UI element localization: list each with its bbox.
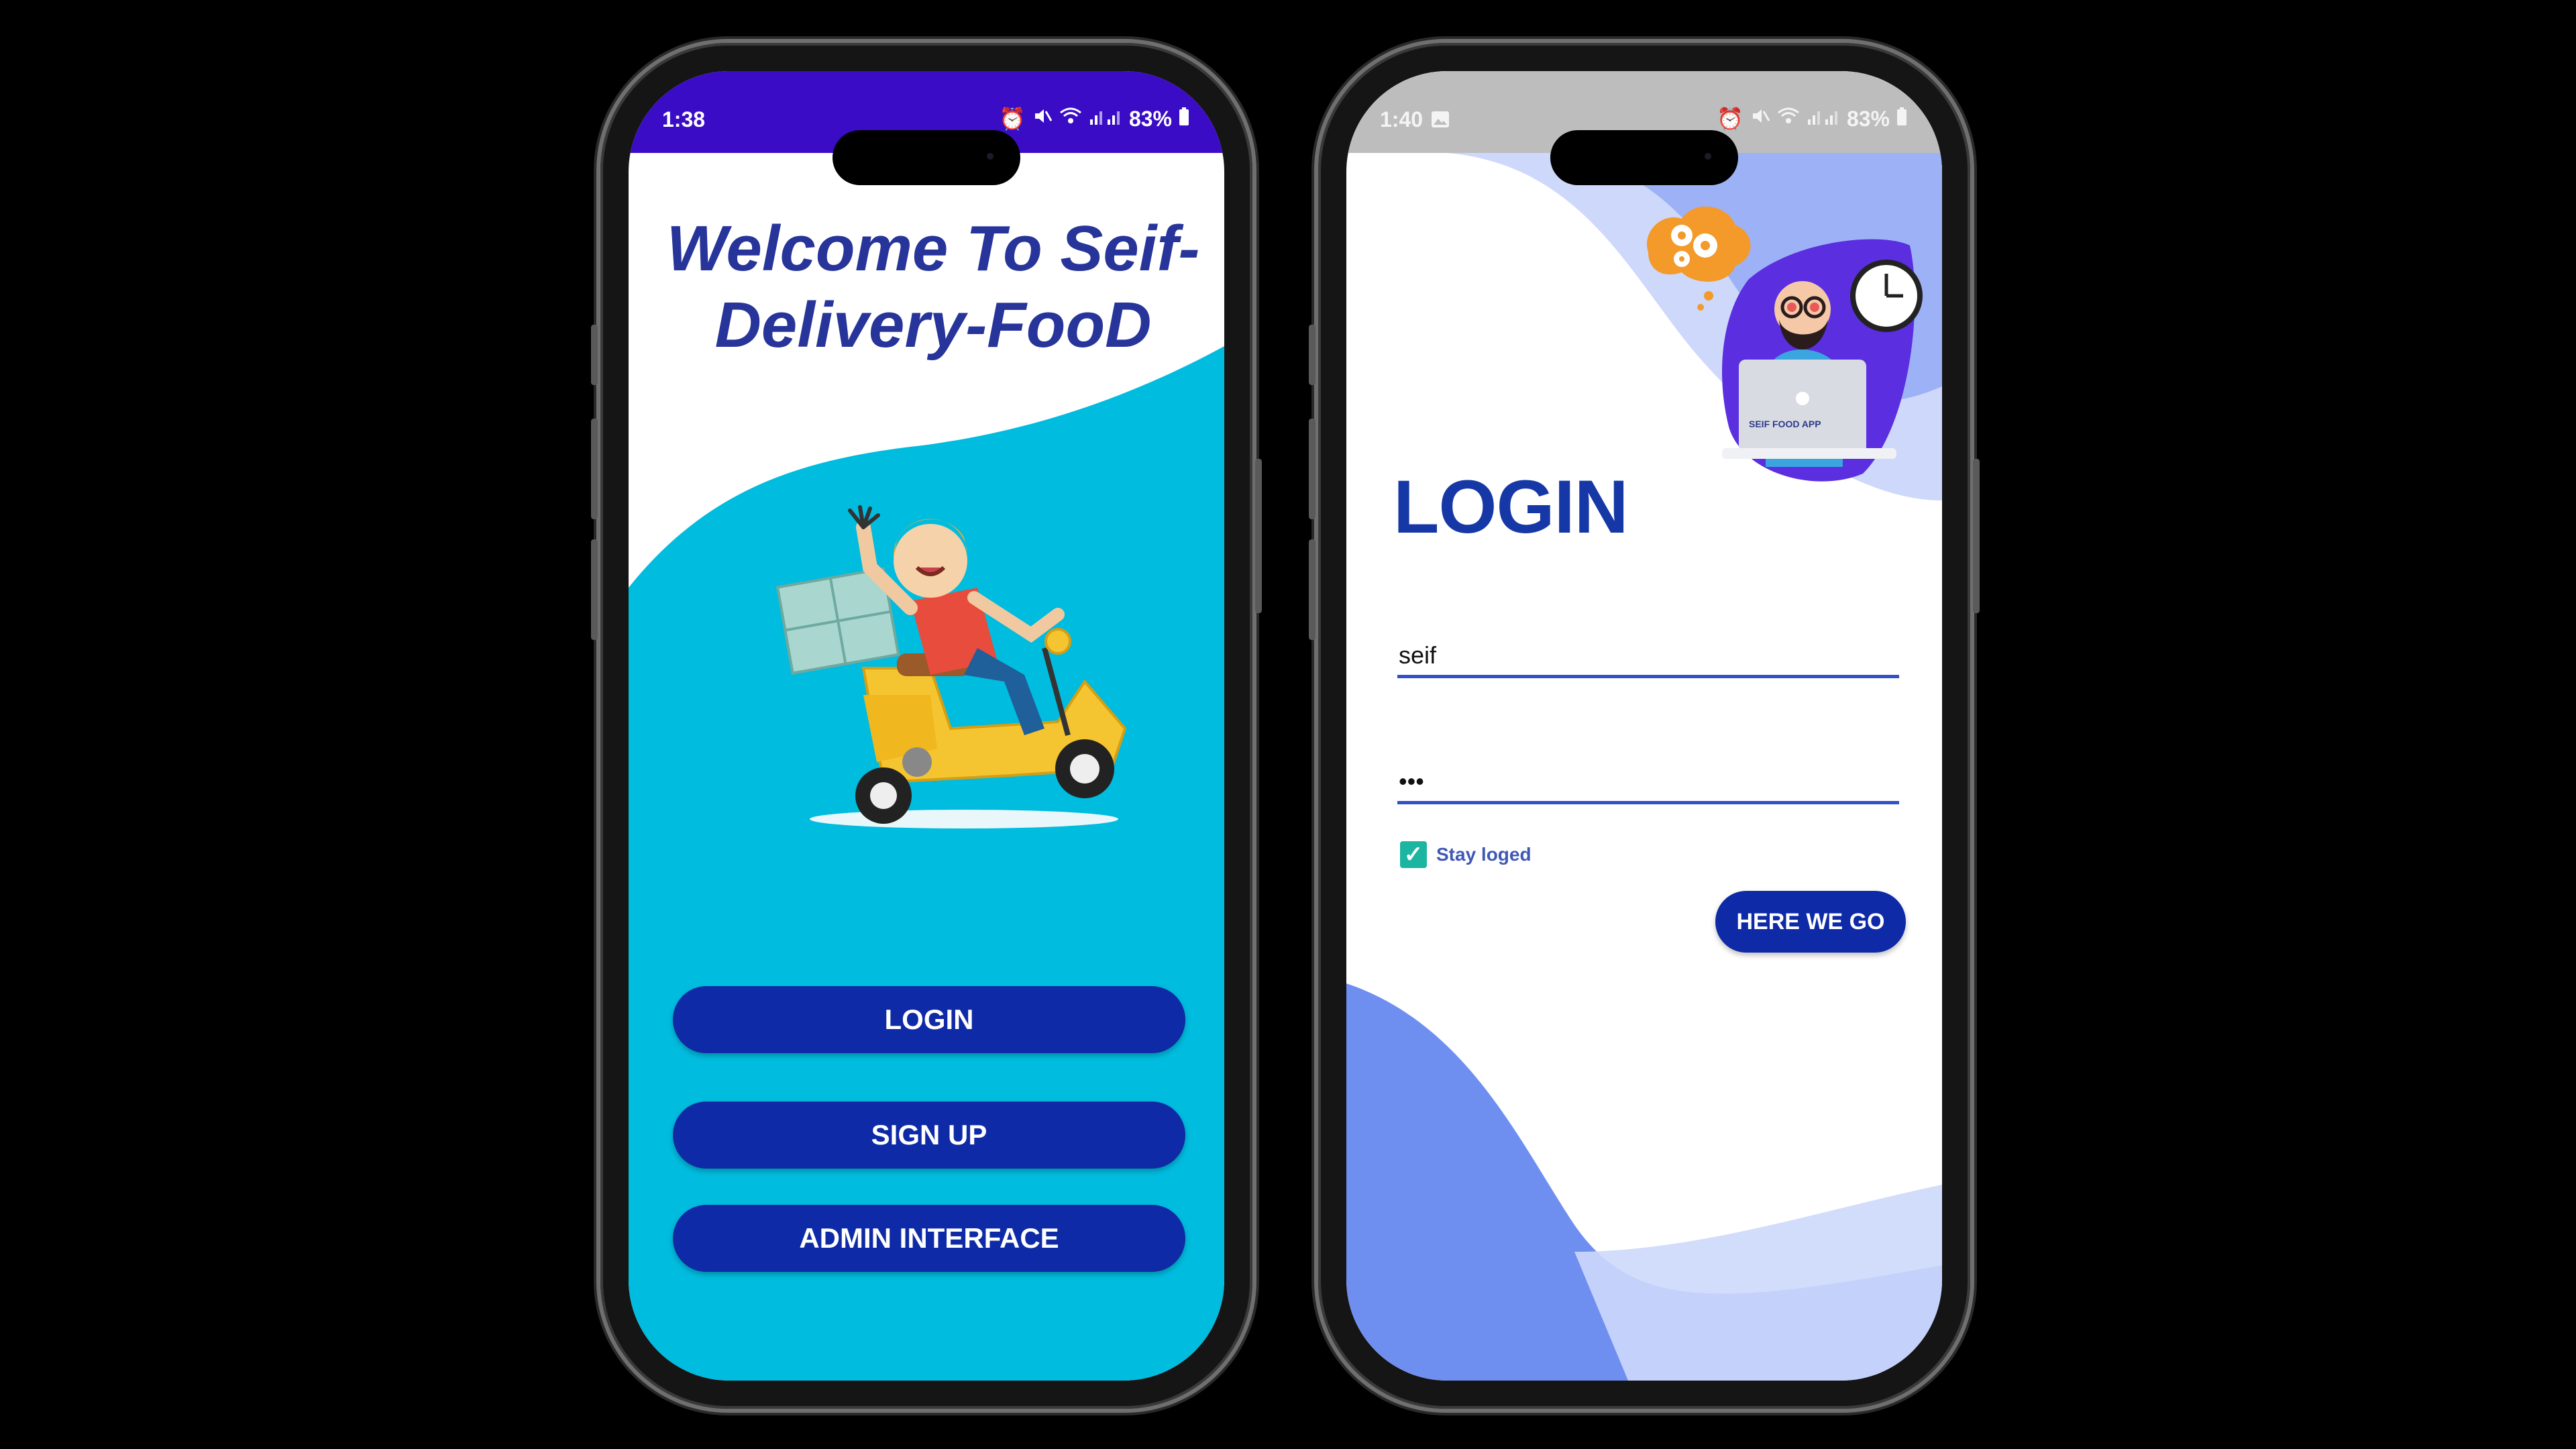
status-time: 1:38 bbox=[662, 107, 706, 131]
signal-icon bbox=[1089, 106, 1122, 131]
wifi-icon bbox=[1777, 106, 1800, 131]
signup-button[interactable]: SIGN UP bbox=[673, 1102, 1185, 1169]
volume-down-button bbox=[1309, 539, 1316, 640]
signal-icon bbox=[1807, 106, 1840, 131]
page-title: LOGIN bbox=[1393, 465, 1629, 549]
battery-icon bbox=[1179, 107, 1189, 131]
alarm-icon: ⏰ bbox=[999, 107, 1026, 131]
volume-up-button bbox=[591, 419, 598, 519]
stay-logged-checkbox[interactable]: ✓ bbox=[1400, 841, 1427, 868]
action-button bbox=[591, 325, 598, 385]
username-value: seif bbox=[1399, 641, 1437, 669]
volume-down-button bbox=[591, 539, 598, 640]
admin-interface-button[interactable]: ADMIN INTERFACE bbox=[673, 1205, 1185, 1272]
status-icons: ⏰ 83% bbox=[999, 106, 1189, 131]
alarm-icon: ⏰ bbox=[1717, 107, 1743, 131]
stay-logged-label: Stay loged bbox=[1436, 844, 1532, 865]
status-icons: ⏰ 83% bbox=[1717, 106, 1907, 131]
illustration-label: SEIF FOOD APP bbox=[1749, 419, 1821, 429]
gallery-notification-icon bbox=[1431, 109, 1450, 133]
battery-icon bbox=[1896, 107, 1907, 131]
wifi-icon bbox=[1059, 106, 1082, 131]
phone-login: 1:40 ⏰ 83% SEIF FOOD APP LOGIN seif ••• … bbox=[1309, 43, 1980, 1409]
dynamic-island bbox=[833, 130, 1020, 185]
battery-percent: 83% bbox=[1846, 106, 1890, 131]
mute-icon bbox=[1750, 106, 1770, 131]
developer-illustration: SEIF FOOD APP bbox=[1642, 158, 1923, 494]
delivery-scooter-illustration bbox=[775, 505, 1127, 828]
stay-logged-row[interactable]: ✓ Stay loged bbox=[1400, 841, 1532, 868]
welcome-screen: 1:38 ⏰ 83% Welcome To Seif-Delivery-FooD… bbox=[629, 71, 1224, 1381]
phone-welcome: 1:38 ⏰ 83% Welcome To Seif-Delivery-FooD… bbox=[591, 43, 1262, 1409]
login-screen: 1:40 ⏰ 83% SEIF FOOD APP LOGIN seif ••• … bbox=[1346, 71, 1942, 1381]
volume-up-button bbox=[1309, 419, 1316, 519]
power-button bbox=[1973, 459, 1980, 613]
username-field[interactable]: seif bbox=[1397, 635, 1899, 678]
password-field[interactable]: ••• bbox=[1397, 761, 1899, 804]
action-button bbox=[1309, 325, 1316, 385]
battery-percent: 83% bbox=[1128, 106, 1172, 131]
password-value: ••• bbox=[1399, 767, 1424, 795]
power-button bbox=[1255, 459, 1262, 613]
mute-icon bbox=[1032, 106, 1053, 131]
status-time: 1:40 bbox=[1380, 107, 1424, 131]
dynamic-island bbox=[1550, 130, 1738, 185]
here-we-go-button[interactable]: HERE WE GO bbox=[1715, 891, 1906, 953]
login-button[interactable]: LOGIN bbox=[673, 986, 1185, 1053]
